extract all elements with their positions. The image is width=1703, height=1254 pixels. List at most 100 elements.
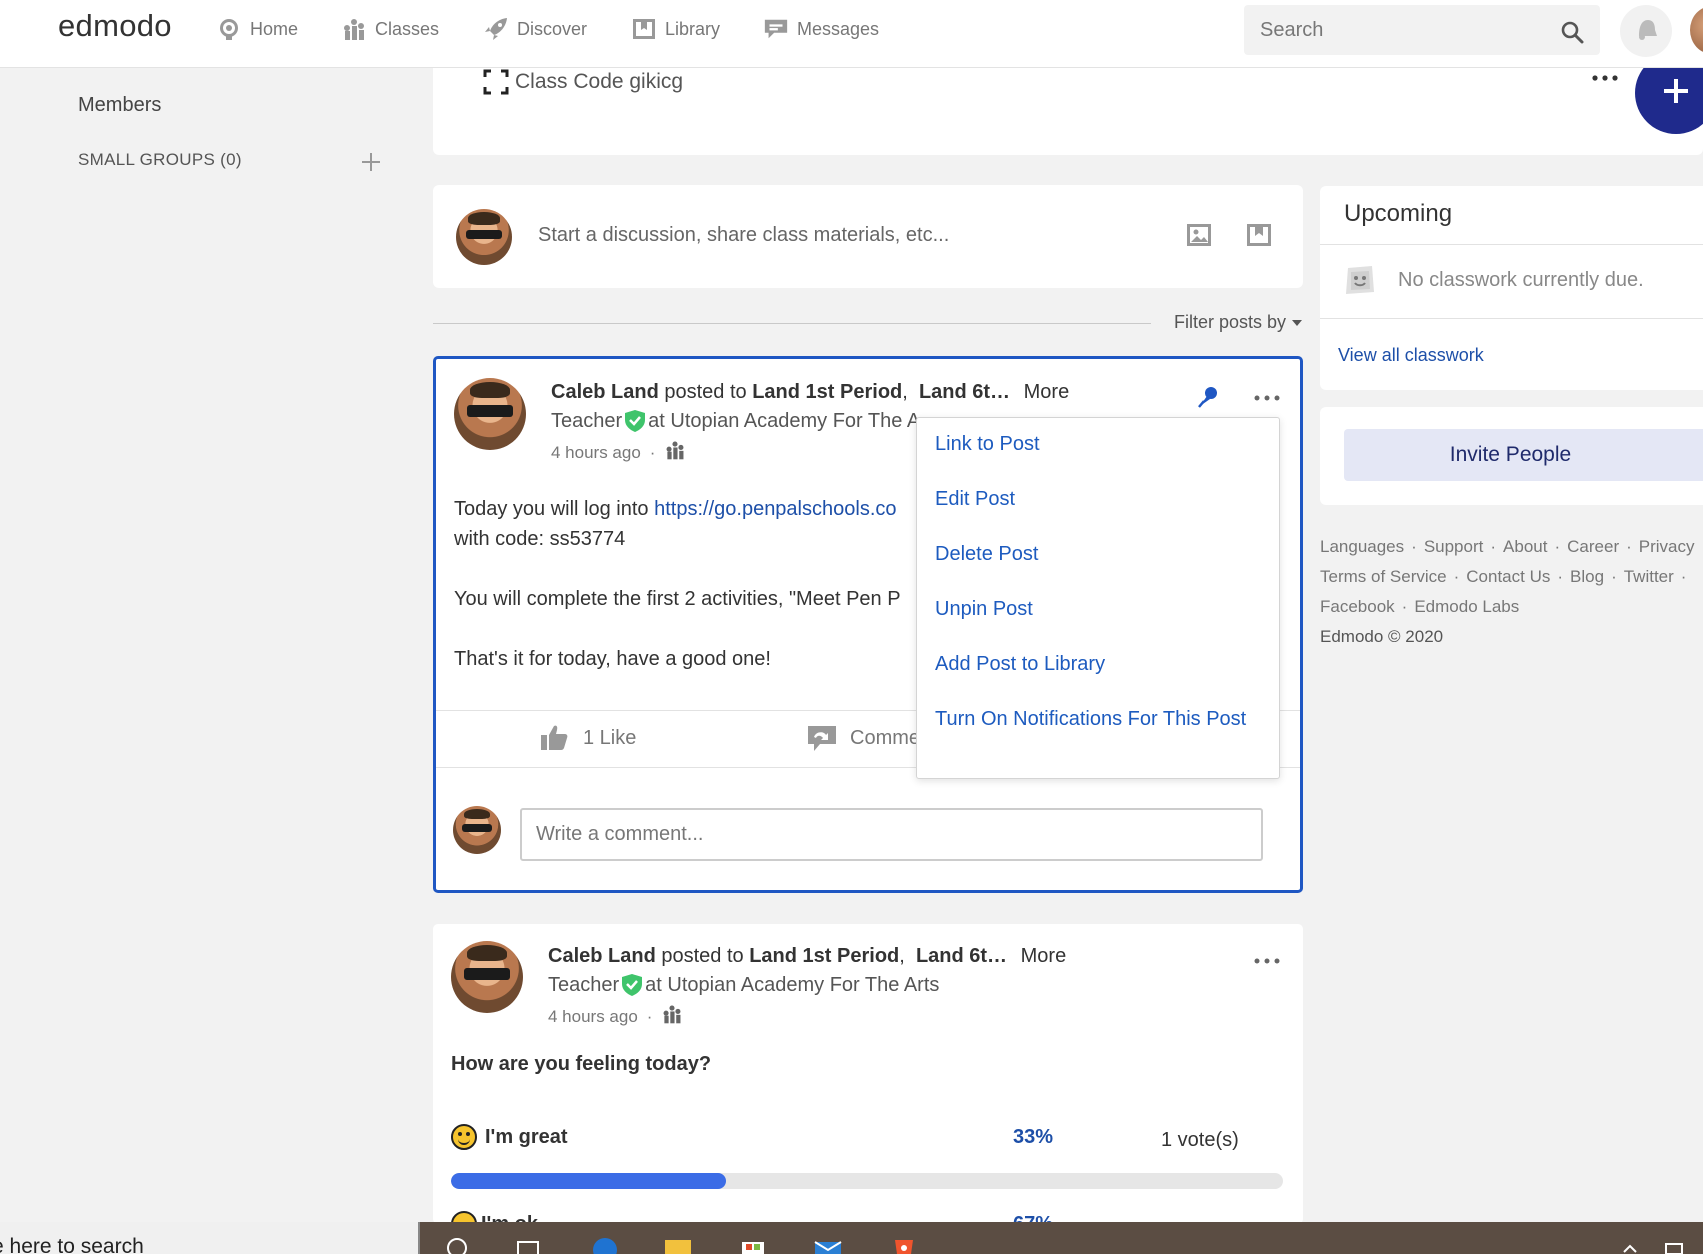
footer-link-terms[interactable]: Terms of Service	[1320, 567, 1447, 586]
post-options-icon[interactable]	[1252, 954, 1282, 966]
footer-link-facebook[interactable]: Facebook	[1320, 597, 1395, 616]
like-count: 1 Like	[583, 726, 637, 749]
post-school: at Utopian Academy For The A	[648, 409, 921, 432]
post-author-info: Teacher at Utopian Academy For The A	[551, 409, 920, 433]
menu-edit-post[interactable]: Edit Post	[935, 488, 1015, 511]
post-author-avatar[interactable]	[454, 378, 526, 450]
nav-library[interactable]: Library	[631, 14, 720, 44]
poll-option-1[interactable]: I'm great	[451, 1124, 568, 1150]
footer-link-languages[interactable]: Languages	[1320, 537, 1404, 556]
poll-post: Caleb Land posted to Land 1st Period, La…	[433, 924, 1303, 1224]
chevron-up-icon[interactable]	[1615, 1234, 1645, 1254]
post-body-line1: Today you will log into	[454, 498, 655, 520]
add-small-group-icon[interactable]	[359, 150, 387, 178]
search-box	[1244, 5, 1600, 55]
brave-browser-icon[interactable]	[889, 1234, 919, 1254]
grinning-face-icon	[451, 1124, 477, 1150]
footer-link-edmodo-labs[interactable]: Edmodo Labs	[1414, 597, 1519, 616]
post-author-avatar[interactable]	[451, 941, 523, 1013]
menu-add-to-library[interactable]: Add Post to Library	[935, 653, 1105, 676]
edmodo-logo[interactable]: edmodo	[58, 8, 172, 44]
nav-classes[interactable]: Classes	[341, 14, 439, 44]
post-body: Today you will log into https://go.penpa…	[454, 494, 934, 704]
filter-posts-label: Filter posts by	[1174, 312, 1287, 332]
smiley-face-icon	[1342, 262, 1378, 298]
menu-unpin-post[interactable]: Unpin Post	[935, 598, 1033, 621]
store-icon[interactable]	[738, 1234, 768, 1254]
post-composer[interactable]: Start a discussion, share class material…	[433, 185, 1303, 288]
post-time: 4 hours ago	[548, 1006, 638, 1026]
edge-browser-icon[interactable]	[590, 1234, 620, 1254]
footer-link-about[interactable]: About	[1503, 537, 1547, 556]
post-timestamp: 4 hours ago ·	[548, 1003, 683, 1030]
user-avatar[interactable]	[1690, 6, 1703, 54]
image-icon[interactable]	[1185, 221, 1213, 249]
mail-icon[interactable]	[813, 1234, 843, 1254]
post-more-groups[interactable]: More	[1021, 945, 1067, 967]
view-all-classwork-link[interactable]: View all classwork	[1338, 345, 1484, 366]
pin-icon[interactable]	[1196, 384, 1222, 410]
search-input[interactable]	[1244, 5, 1544, 55]
class-code[interactable]: Class Code gikicg	[483, 68, 683, 96]
posted-to-text: posted to	[664, 381, 747, 403]
footer-link-contact[interactable]: Contact Us	[1466, 567, 1550, 586]
nav-messages-label: Messages	[797, 18, 880, 39]
nav-library-label: Library	[665, 18, 721, 39]
footer-link-twitter[interactable]: Twitter	[1624, 567, 1674, 586]
footer-link-privacy[interactable]: Privacy	[1639, 537, 1695, 556]
poll-option-1-percent: 33%	[1013, 1126, 1054, 1148]
comment-avatar	[453, 806, 501, 854]
invite-people-button[interactable]: Invite People	[1344, 429, 1703, 481]
nav-discover[interactable]: Discover	[483, 14, 587, 44]
post-more-groups[interactable]: More	[1024, 381, 1070, 403]
comment-input[interactable]	[520, 808, 1263, 861]
sidebar-small-groups[interactable]: SMALL GROUPS (0)	[78, 150, 242, 170]
cortana-icon[interactable]	[442, 1234, 472, 1254]
footer-link-support[interactable]: Support	[1424, 537, 1484, 556]
post-group-2[interactable]: Land 6t…	[919, 381, 1010, 403]
upcoming-title: Upcoming	[1344, 200, 1453, 227]
post-author[interactable]: Caleb Land	[548, 945, 656, 967]
top-navigation: edmodo Home Classes Discover Library Mes…	[0, 0, 1703, 68]
post-body-link[interactable]: https://go.penpalschools.co	[654, 498, 896, 520]
menu-link-to-post[interactable]: Link to Post	[935, 433, 1040, 456]
task-view-icon[interactable]	[513, 1234, 543, 1254]
class-more-icon[interactable]	[1588, 68, 1622, 88]
like-button[interactable]: 1 Like	[539, 723, 636, 753]
class-audience-icon	[661, 1003, 683, 1030]
composer-placeholder[interactable]: Start a discussion, share class material…	[538, 224, 949, 247]
footer-link-blog[interactable]: Blog	[1570, 567, 1604, 586]
taskbar-search-input[interactable]	[0, 1232, 402, 1254]
filter-posts-dropdown[interactable]: Filter posts by	[1174, 312, 1303, 333]
post-group-2[interactable]: Land 6t…	[916, 945, 1007, 967]
post-group-1[interactable]: Land 1st Period	[749, 945, 899, 967]
library-icon[interactable]	[1245, 221, 1273, 249]
notifications-button[interactable]	[1620, 5, 1672, 57]
comment-button[interactable]: Comme	[806, 723, 920, 753]
plus-icon	[1661, 76, 1691, 111]
composer-avatar	[456, 209, 512, 265]
footer-link-career[interactable]: Career	[1567, 537, 1619, 556]
caret-down-icon	[1292, 319, 1303, 326]
file-explorer-icon[interactable]	[663, 1234, 693, 1254]
post-author[interactable]: Caleb Land	[551, 381, 659, 403]
rocket-icon	[483, 16, 509, 42]
menu-turn-on-notifications[interactable]: Turn On Notifications For This Post	[935, 708, 1246, 731]
verified-shield-icon	[624, 409, 646, 433]
nav-home-label: Home	[250, 18, 299, 39]
menu-delete-post[interactable]: Delete Post	[935, 543, 1038, 566]
nav-home[interactable]: Home	[216, 14, 298, 44]
thumbs-up-icon	[539, 723, 569, 753]
scan-code-icon	[483, 68, 509, 96]
sidebar-members[interactable]: Members	[78, 94, 161, 117]
post-options-icon[interactable]	[1252, 391, 1282, 403]
post-group-1[interactable]: Land 1st Period	[752, 381, 902, 403]
class-code-label: Class Code gikicg	[515, 70, 684, 93]
network-icon[interactable]	[1660, 1234, 1690, 1254]
nav-messages[interactable]: Messages	[763, 14, 879, 44]
post-author-info: Teacher at Utopian Academy For The Arts	[548, 973, 939, 997]
poll-question: How are you feeling today?	[451, 1053, 712, 1075]
poll-option-1-bar	[451, 1173, 1283, 1189]
search-icon[interactable]	[1560, 20, 1584, 44]
post-school: at Utopian Academy For The Arts	[645, 973, 940, 996]
